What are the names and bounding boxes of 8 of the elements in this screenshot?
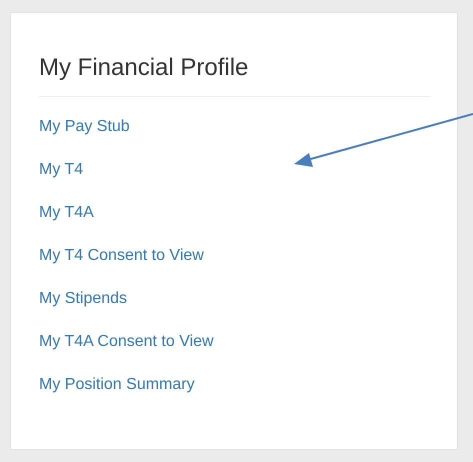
profile-link[interactable]: My Stipends — [39, 290, 128, 307]
profile-link[interactable]: My T4 — [39, 161, 84, 178]
profile-link[interactable]: My T4A — [39, 204, 94, 221]
profile-link[interactable]: My T4 Consent to View — [39, 247, 204, 264]
profile-link[interactable]: My Pay Stub — [39, 118, 130, 135]
profile-link[interactable]: My T4A Consent to View — [39, 333, 214, 350]
panel-title: My Financial Profile — [39, 53, 250, 83]
profile-link[interactable]: My Position Summary — [39, 376, 195, 393]
